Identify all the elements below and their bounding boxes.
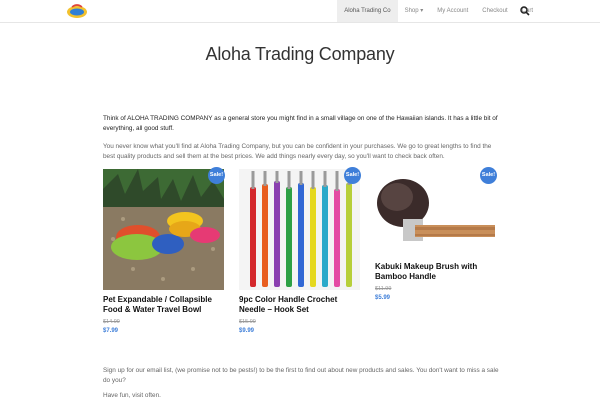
product-name[interactable]: 9pc Color Handle Crochet Needle – Hook S… <box>239 295 360 315</box>
product-image[interactable] <box>103 169 224 290</box>
page-title: Aloha Trading Company <box>205 44 395 64</box>
signup-text: Sign up for our email list, (we promise … <box>103 367 499 384</box>
intro-secondary-text: You never know what you'll find at Aloha… <box>103 143 492 160</box>
search-icon[interactable] <box>520 6 530 16</box>
sale-badge: Sale! <box>344 167 361 184</box>
product-old-price: $15.99 <box>239 319 256 325</box>
nav-checkout[interactable]: Checkout <box>475 0 514 22</box>
product-card[interactable]: Sale! Kabuki Makeup Brush with Bamboo Ha… <box>375 167 497 309</box>
product-card[interactable]: Sale! Pet Expandable / Collapsible Food … <box>103 167 225 339</box>
product-old-price: $11.99 <box>375 286 392 292</box>
product-card[interactable]: Sale! 9pc Color Handle Crochet Needle – … <box>239 167 361 339</box>
nav-shop[interactable]: Shop ▾ <box>398 0 431 22</box>
product-image[interactable] <box>239 169 360 290</box>
product-old-price: $14.99 <box>103 319 120 325</box>
aloha-logo[interactable] <box>66 3 88 19</box>
sale-badge: Sale! <box>208 167 225 184</box>
closing-text: Have fun, visit often. <box>103 392 161 399</box>
main-nav: Aloha Trading Co Shop ▾ My Account Check… <box>337 0 540 22</box>
product-image[interactable] <box>375 169 496 257</box>
product-name[interactable]: Kabuki Makeup Brush with Bamboo Handle <box>375 262 496 282</box>
intro-text: Think of ALOHA TRADING COMPANY as a gene… <box>103 115 498 132</box>
top-navbar: Aloha Trading Co Shop ▾ My Account Check… <box>0 0 600 23</box>
product-price: $7.99 <box>103 328 119 334</box>
product-name[interactable]: Pet Expandable / Collapsible Food & Wate… <box>103 295 224 315</box>
nav-home[interactable]: Aloha Trading Co <box>337 0 398 22</box>
product-price: $5.99 <box>375 295 391 301</box>
product-price: $9.99 <box>239 328 255 334</box>
sale-badge: Sale! <box>480 167 497 184</box>
nav-my-account[interactable]: My Account <box>430 0 475 22</box>
